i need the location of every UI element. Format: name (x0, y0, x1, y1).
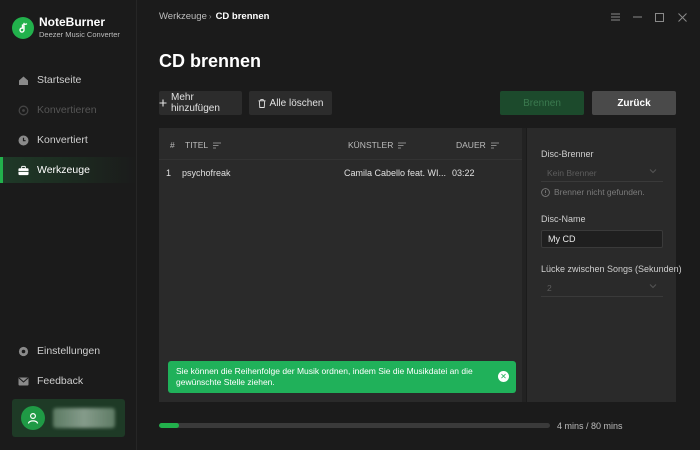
sidebar-item-label: Feedback (37, 375, 84, 387)
back-button[interactable]: Zurück (592, 91, 676, 115)
home-icon (18, 75, 29, 86)
sidebar-item-label: Konvertiert (37, 134, 88, 146)
back-label: Zurück (617, 97, 651, 109)
toast-message: Sie können die Reihenfolge der Musik ord… (176, 366, 473, 387)
sidebar: NoteBurner Deezer Music Converter Starts… (0, 0, 137, 450)
sidebar-item-konvertiert[interactable]: Konvertiert (0, 127, 136, 153)
chevron-down-icon (649, 283, 657, 289)
burn-label: Brennen (523, 97, 561, 109)
toolbox-icon (18, 165, 29, 176)
sidebar-item-label: Einstellungen (37, 345, 101, 357)
avatar (21, 406, 45, 430)
scrollbar[interactable] (522, 128, 526, 402)
sidebar-item-konvertieren[interactable]: Konvertieren (0, 97, 136, 123)
page-title: CD brennen (159, 51, 262, 71)
cell-duration: 03:22 (452, 168, 475, 178)
sidebar-item-einstellungen[interactable]: Einstellungen (0, 338, 136, 364)
cell-artist: Camila Cabello feat. WI... (344, 168, 447, 178)
disc-burner-select[interactable]: Kein Brenner (541, 164, 663, 182)
capacity-progress-fill (159, 423, 179, 428)
gear-icon (18, 346, 29, 357)
add-more-button[interactable]: Mehr hinzufügen (159, 91, 242, 115)
cell-title: psychofreak (182, 168, 231, 178)
sort-icon[interactable] (213, 142, 222, 149)
sidebar-item-feedback[interactable]: Feedback (0, 368, 136, 394)
clear-all-label: Alle löschen (269, 97, 324, 109)
sort-icon[interactable] (490, 142, 499, 149)
burner-not-found-note: Brenner nicht gefunden. (541, 187, 645, 197)
minimize-icon[interactable] (630, 10, 644, 24)
app-name: NoteBurner (39, 15, 106, 29)
brand: NoteBurner Deezer Music Converter (12, 15, 120, 41)
info-toast: Sie können die Reihenfolge der Musik ord… (168, 361, 516, 393)
mail-icon (18, 376, 29, 387)
disc-burner-value: Kein Brenner (547, 167, 597, 178)
close-icon[interactable] (675, 10, 689, 24)
column-header-title[interactable]: TITEL (185, 140, 222, 150)
capacity-progress-bar (159, 423, 550, 428)
breadcrumb-parent[interactable]: Werkzeuge (159, 11, 207, 22)
chevron-down-icon (649, 168, 657, 174)
burn-button[interactable]: Brennen (500, 91, 584, 115)
breadcrumb-current: CD brennen (215, 11, 270, 22)
info-icon (541, 187, 550, 197)
plus-icon (159, 99, 167, 107)
gap-value: 2 (547, 282, 552, 293)
column-header-index: # (170, 140, 175, 150)
sidebar-item-label: Werkzeuge (37, 164, 90, 176)
maximize-icon[interactable] (652, 10, 666, 24)
cell-index: 1 (166, 168, 172, 178)
user-account-box[interactable] (12, 399, 125, 437)
blurred-username (53, 408, 115, 428)
sidebar-item-label: Startseite (37, 74, 82, 86)
add-more-label: Mehr hinzufügen (171, 92, 220, 114)
disc-name-label: Disc-Name (541, 214, 586, 224)
table-header: # TITEL KÜNSTLER DAUER (159, 128, 522, 160)
disc-burner-label: Disc-Brenner (541, 149, 594, 159)
disc-name-field[interactable]: My CD (541, 230, 663, 248)
breadcrumb-separator: › (208, 12, 212, 21)
convert-icon (18, 105, 29, 116)
breadcrumb: Werkzeuge › CD brennen (159, 11, 269, 22)
sidebar-item-label: Konvertieren (37, 104, 97, 116)
disc-name-value: My CD (548, 234, 576, 244)
sort-icon[interactable] (398, 142, 407, 149)
app-logo-icon (12, 17, 34, 39)
close-icon[interactable]: ✕ (498, 371, 509, 382)
sidebar-item-werkzeuge[interactable]: Werkzeuge (0, 157, 136, 183)
clock-icon (18, 135, 29, 146)
gap-label: Lücke zwischen Songs (Sekunden) (541, 264, 682, 274)
menu-icon[interactable] (608, 10, 622, 24)
gap-select[interactable]: 2 (541, 279, 663, 297)
capacity-text: 4 mins / 80 mins (557, 421, 623, 431)
burn-settings-panel: Disc-Brenner Kein Brenner Brenner nicht … (527, 128, 682, 402)
clear-all-button[interactable]: Alle löschen (249, 91, 332, 115)
trash-icon (258, 98, 266, 108)
sidebar-item-startseite[interactable]: Startseite (0, 67, 136, 93)
app-subtitle: Deezer Music Converter (39, 30, 120, 39)
table-row[interactable]: 1 psychofreak Camila Cabello feat. WI...… (159, 160, 522, 184)
column-header-duration[interactable]: DAUER (456, 140, 499, 150)
column-header-artist[interactable]: KÜNSTLER (348, 140, 407, 150)
